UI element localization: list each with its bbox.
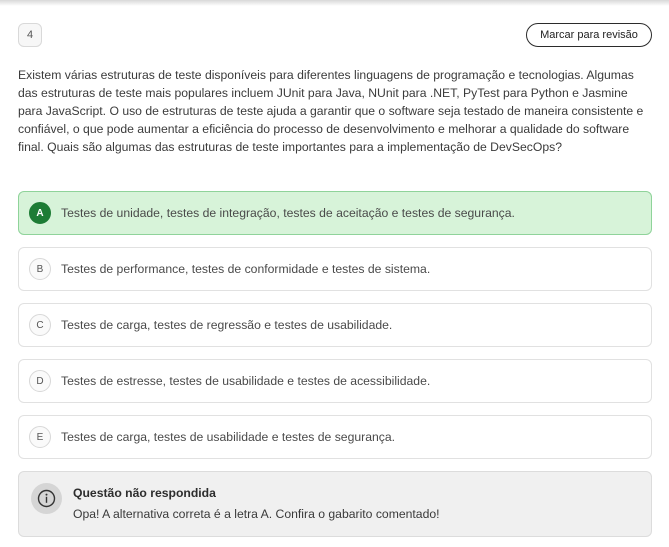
option-text: Testes de carga, testes de regressão e t… xyxy=(61,318,393,332)
question-number-badge: 4 xyxy=(18,23,42,47)
option-text: Testes de unidade, testes de integração,… xyxy=(61,206,515,220)
option-letter-badge: E xyxy=(29,426,51,448)
option-c[interactable]: C Testes de carga, testes de regressão e… xyxy=(18,303,652,347)
feedback-message: Opa! A alternativa correta é a letra A. … xyxy=(73,507,440,521)
option-text: Testes de performance, testes de conform… xyxy=(61,262,431,276)
option-letter-badge: B xyxy=(29,258,51,280)
option-text: Testes de carga, testes de usabilidade e… xyxy=(61,430,396,444)
option-e[interactable]: E Testes de carga, testes de usabilidade… xyxy=(18,415,652,459)
option-b[interactable]: B Testes de performance, testes de confo… xyxy=(18,247,652,291)
option-text: Testes de estresse, testes de usabilidad… xyxy=(61,374,431,388)
info-icon xyxy=(31,483,62,514)
option-letter-badge: A xyxy=(29,202,51,224)
top-shadow xyxy=(0,0,669,6)
question-text: Existem várias estruturas de teste dispo… xyxy=(18,68,644,154)
option-letter-badge: D xyxy=(29,370,51,392)
feedback-title: Questão não respondida xyxy=(73,486,216,500)
option-letter-badge: C xyxy=(29,314,51,336)
mark-for-review-button[interactable]: Marcar para revisão xyxy=(526,23,652,47)
feedback-panel: Questão não respondida Opa! A alternativ… xyxy=(18,471,652,537)
option-d[interactable]: D Testes de estresse, testes de usabilid… xyxy=(18,359,652,403)
option-a[interactable]: A Testes de unidade, testes de integraçã… xyxy=(18,191,652,235)
